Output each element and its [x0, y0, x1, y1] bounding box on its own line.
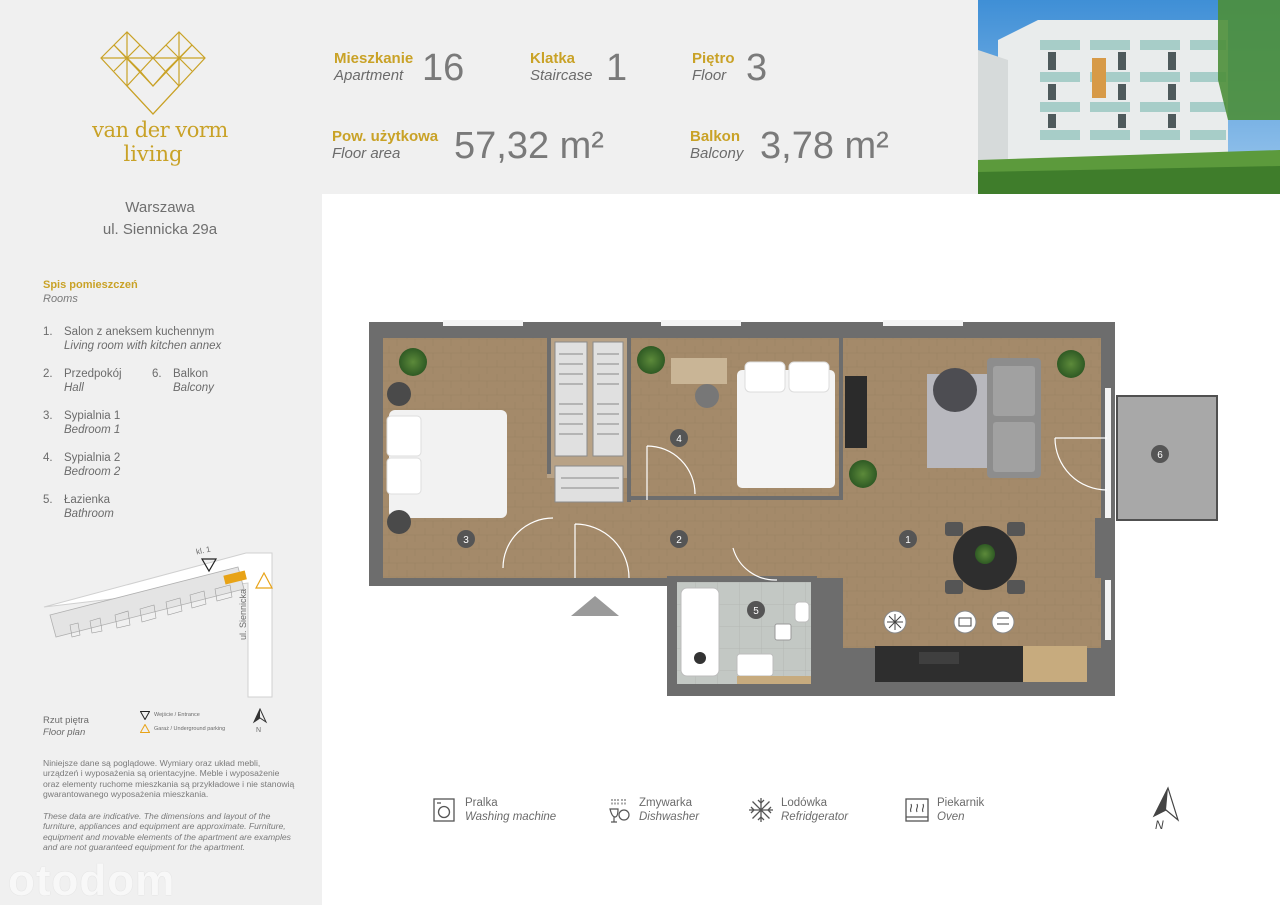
apartment-label: Mieszkanie — [334, 50, 414, 67]
header-stats: Mieszkanie Apartment 16 Klatka Staircase… — [322, 0, 978, 194]
hall-living-link — [805, 498, 865, 578]
floor-plan: 1 2 3 4 5 6 — [369, 320, 1218, 696]
entrance-plan-icon — [571, 596, 619, 616]
brand-name: van der vorm — [92, 118, 228, 142]
apartment-label-en: Apartment — [334, 67, 404, 84]
room-number-4: 4 — [676, 434, 682, 445]
garage-legend-icon — [140, 724, 150, 733]
rooms-title: Spis pomieszczeń — [43, 279, 138, 291]
floor-label-en: Floor — [692, 67, 727, 84]
area-label: Pow. użytkowa — [332, 128, 439, 145]
floor-plan-label: Rzut piętra — [43, 715, 89, 726]
appliance-label-en: Dishwasher — [639, 811, 700, 823]
floor-value: 3 — [746, 47, 768, 89]
appliance-label-en: Washing machine — [465, 811, 557, 823]
watermark: otodom — [8, 856, 176, 905]
snowflake-icon — [749, 798, 773, 822]
staircase-label-en: Staircase — [530, 67, 593, 84]
washing-machine-icon — [433, 798, 455, 822]
entrance-legend-icon — [140, 711, 150, 720]
garage-legend-text: Garaż / Underground parking — [154, 726, 226, 732]
staircase-label: Klatka — [530, 50, 576, 67]
rooms-subtitle: Rooms — [43, 293, 78, 305]
brand-logo-icon — [100, 31, 206, 115]
balcony-label: Balkon — [690, 128, 741, 145]
address-street: ul. Siennicka 29a — [102, 221, 218, 238]
disclaimer-pl: Niniejsze dane są poglądowe. Wymiary ora… — [43, 758, 295, 800]
north-arrow-small-icon — [252, 708, 268, 724]
disclaimer-en: These data are indicative. The dimension… — [43, 811, 291, 853]
north-compass-icon — [1152, 786, 1180, 822]
balcony-label-en: Balcony — [690, 145, 744, 162]
floor-plan-label-en: Floor plan — [43, 727, 86, 738]
balcony-value: 3,78 m² — [760, 125, 889, 167]
appliance-label-en: Oven — [937, 811, 965, 823]
room-number-6: 6 — [1157, 450, 1163, 461]
brand-sub: living — [123, 142, 183, 166]
appliance-label: Pralka — [465, 797, 498, 809]
appliance-refrigerator: Lodówka Refridgerator — [748, 795, 878, 831]
apartment-value: 16 — [422, 47, 465, 89]
appliance-washing-machine: Pralka Washing machine — [432, 795, 582, 831]
appliance-label: Piekarnik — [937, 797, 985, 809]
oven-icon — [905, 798, 929, 822]
north-small-label: N — [256, 727, 262, 734]
room-number-1: 1 — [905, 535, 911, 546]
appliance-oven: Piekarnik Oven — [904, 795, 1014, 831]
compass-label: N — [1155, 818, 1164, 832]
room-number-3: 3 — [463, 535, 469, 546]
dishwasher-icon — [609, 799, 630, 823]
building-photo — [978, 0, 1280, 194]
left-panel: van der vorm living Warszawa ul. Siennic… — [0, 0, 322, 905]
floor-label: Piętro — [692, 50, 735, 67]
staircase-value: 1 — [606, 47, 628, 89]
appliance-label: Zmywarka — [639, 797, 693, 809]
area-value: 57,32 m² — [454, 125, 604, 167]
appliance-dishwasher: Zmywarka Dishwasher — [606, 795, 726, 831]
entrance-legend-text: Wejście / Entrance — [154, 712, 200, 718]
appliance-label-en: Refridgerator — [781, 811, 849, 823]
address-city: Warszawa — [125, 199, 195, 216]
area-label-en: Floor area — [332, 145, 401, 162]
room-number-2: 2 — [676, 535, 682, 546]
room-number-5: 5 — [753, 606, 759, 617]
appliance-label: Lodówka — [781, 797, 828, 809]
street-map-label: ul. Siennicka — [238, 588, 248, 640]
